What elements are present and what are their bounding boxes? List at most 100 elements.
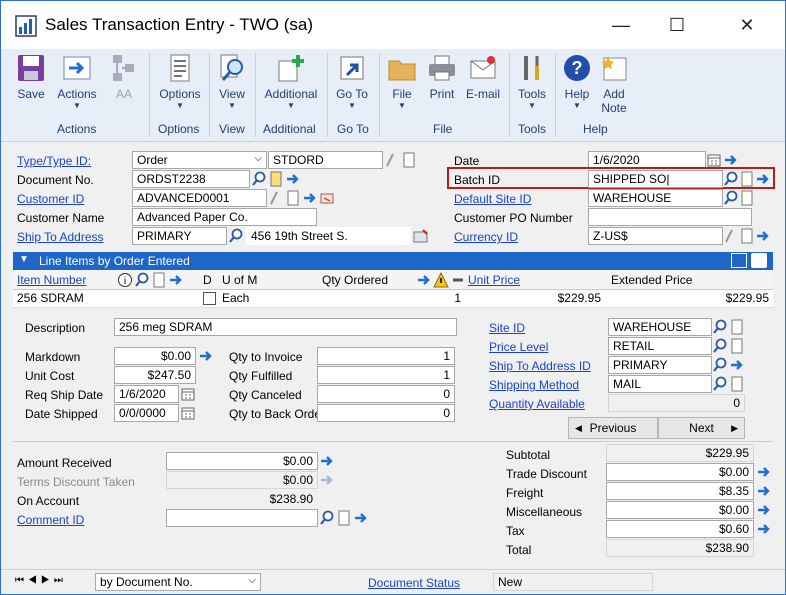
- previous-button[interactable]: ◀ Previous: [568, 417, 658, 439]
- actions-button[interactable]: Actions ▼: [55, 53, 99, 111]
- new-page-icon[interactable]: [729, 319, 745, 335]
- arrow-right-icon[interactable]: [285, 171, 301, 187]
- price-level-label[interactable]: Price Level: [489, 340, 548, 354]
- minimize-button[interactable]: —: [601, 9, 641, 41]
- search-icon[interactable]: [319, 510, 335, 526]
- arrow-right-icon[interactable]: [756, 483, 772, 499]
- close-button[interactable]: ✕: [727, 9, 767, 41]
- customer-card-icon[interactable]: [319, 190, 335, 206]
- expand-icon[interactable]: [731, 253, 747, 268]
- arrow-right-icon[interactable]: [416, 272, 432, 288]
- file-button[interactable]: File ▼: [387, 53, 417, 111]
- arrow-right-icon[interactable]: [755, 228, 771, 244]
- arrow-right-icon[interactable]: [755, 171, 771, 187]
- next-button[interactable]: Next ▶: [658, 417, 745, 439]
- type-id-label[interactable]: Type/Type ID:: [17, 154, 91, 168]
- req-ship-date-field[interactable]: 1/6/2020: [114, 385, 179, 403]
- arrow-right-icon[interactable]: [756, 521, 772, 537]
- new-page-icon[interactable]: [151, 272, 167, 288]
- arrow-right-icon[interactable]: [198, 348, 214, 364]
- qty-canceled-field[interactable]: 0: [317, 385, 455, 403]
- trade-discount-field[interactable]: $0.00: [606, 463, 754, 481]
- freight-field[interactable]: $8.35: [606, 482, 754, 500]
- miscellaneous-field[interactable]: $0.00: [606, 501, 754, 519]
- new-page-icon[interactable]: [739, 171, 755, 187]
- search-icon[interactable]: [712, 376, 728, 392]
- unit-cost-field[interactable]: $247.50: [114, 366, 196, 384]
- col-unit-price[interactable]: Unit Price: [468, 273, 520, 287]
- description-field[interactable]: 256 meg SDRAM: [114, 318, 457, 336]
- currency-id-field[interactable]: Z-US$: [588, 227, 723, 245]
- site-id-label[interactable]: Site ID: [489, 321, 525, 335]
- batch-id-field[interactable]: SHIPPED SO|: [588, 170, 723, 188]
- aa-button[interactable]: AA: [109, 53, 139, 101]
- new-page-icon[interactable]: [739, 190, 755, 206]
- arrow-right-icon[interactable]: [756, 502, 772, 518]
- maximize-button[interactable]: ☐: [657, 9, 697, 41]
- customer-po-number-field[interactable]: [588, 208, 752, 226]
- document-no-field[interactable]: ORDST2238: [132, 170, 250, 188]
- last-record-icon[interactable]: ⏭: [54, 575, 67, 586]
- qty-to-back-order-field[interactable]: 0: [317, 404, 455, 422]
- search-icon[interactable]: [712, 338, 728, 354]
- comment-id-label[interactable]: Comment ID: [17, 513, 84, 527]
- help-button[interactable]: ? Help ▼: [561, 53, 593, 111]
- additional-button[interactable]: Additional ▼: [261, 53, 321, 111]
- shipping-method-label[interactable]: Shipping Method: [489, 378, 579, 392]
- search-icon[interactable]: [712, 357, 728, 373]
- ship-to-address-id-label[interactable]: Ship To Address ID: [489, 359, 591, 373]
- options-button[interactable]: Options ▼: [157, 53, 203, 111]
- arrow-right-icon[interactable]: [168, 272, 184, 288]
- search-icon[interactable]: [251, 171, 267, 187]
- calendar-icon[interactable]: [706, 152, 722, 168]
- calendar-icon[interactable]: [180, 405, 196, 421]
- view-button[interactable]: View ▼: [215, 53, 249, 111]
- new-page-icon[interactable]: [336, 510, 352, 526]
- new-page-icon[interactable]: [739, 228, 755, 244]
- row-d-checkbox[interactable]: [203, 292, 216, 305]
- col-item-number[interactable]: Item Number: [17, 273, 86, 287]
- customer-name-field[interactable]: Advanced Paper Co.: [132, 208, 317, 226]
- arrow-right-icon[interactable]: [353, 510, 369, 526]
- amount-received-field[interactable]: $0.00: [166, 452, 318, 470]
- date-shipped-field[interactable]: 0/0/0000: [114, 404, 179, 422]
- lookup-icon[interactable]: [268, 190, 284, 206]
- customer-id-label[interactable]: Customer ID: [17, 192, 84, 206]
- warning-icon[interactable]: [433, 272, 449, 288]
- save-button[interactable]: Save: [13, 53, 49, 101]
- search-icon[interactable]: [723, 190, 739, 206]
- tools-button[interactable]: Tools ▼: [517, 53, 547, 111]
- price-level-field[interactable]: RETAIL: [608, 337, 712, 355]
- arrow-right-icon[interactable]: [756, 464, 772, 480]
- info-icon[interactable]: i: [117, 272, 133, 288]
- type-id-field[interactable]: STDORD: [268, 151, 383, 169]
- new-page-icon[interactable]: [401, 152, 417, 168]
- type-select[interactable]: Order ⌵: [132, 151, 267, 169]
- goto-button[interactable]: Go To ▼: [333, 53, 371, 111]
- refresh-icon[interactable]: [751, 253, 767, 268]
- previous-record-icon[interactable]: ◀: [28, 575, 41, 586]
- new-page-icon[interactable]: [285, 190, 301, 206]
- search-icon[interactable]: [712, 319, 728, 335]
- search-icon[interactable]: [134, 272, 150, 288]
- calendar-icon[interactable]: [180, 386, 196, 402]
- note-page-icon[interactable]: [268, 171, 284, 187]
- site-id-field[interactable]: WAREHOUSE: [608, 318, 712, 336]
- ship-to-address-label[interactable]: Ship To Address: [17, 230, 104, 244]
- shipping-method-field[interactable]: MAIL: [608, 375, 712, 393]
- lookup-icon[interactable]: [723, 228, 739, 244]
- search-icon[interactable]: [723, 171, 739, 187]
- next-record-icon[interactable]: ▶: [41, 575, 54, 586]
- qty-to-invoice-field[interactable]: 1: [317, 347, 455, 365]
- first-record-icon[interactable]: ⏮: [15, 575, 28, 586]
- default-site-id-label[interactable]: Default Site ID: [454, 192, 531, 206]
- table-row[interactable]: 256 SDRAM Each 1 $229.95 $229.95: [13, 290, 773, 308]
- email-button[interactable]: E-mail: [463, 53, 503, 101]
- comment-id-field[interactable]: [166, 509, 318, 527]
- record-navigation[interactable]: ⏮◀▶⏭: [15, 575, 67, 586]
- ship-to-address-field[interactable]: PRIMARY: [132, 227, 227, 245]
- arrow-right-icon[interactable]: [319, 453, 335, 469]
- ship-to-address-id-field[interactable]: PRIMARY: [608, 356, 712, 374]
- add-note-button[interactable]: Add Note: [597, 53, 631, 115]
- collapse-icon[interactable]: ▼: [19, 254, 29, 265]
